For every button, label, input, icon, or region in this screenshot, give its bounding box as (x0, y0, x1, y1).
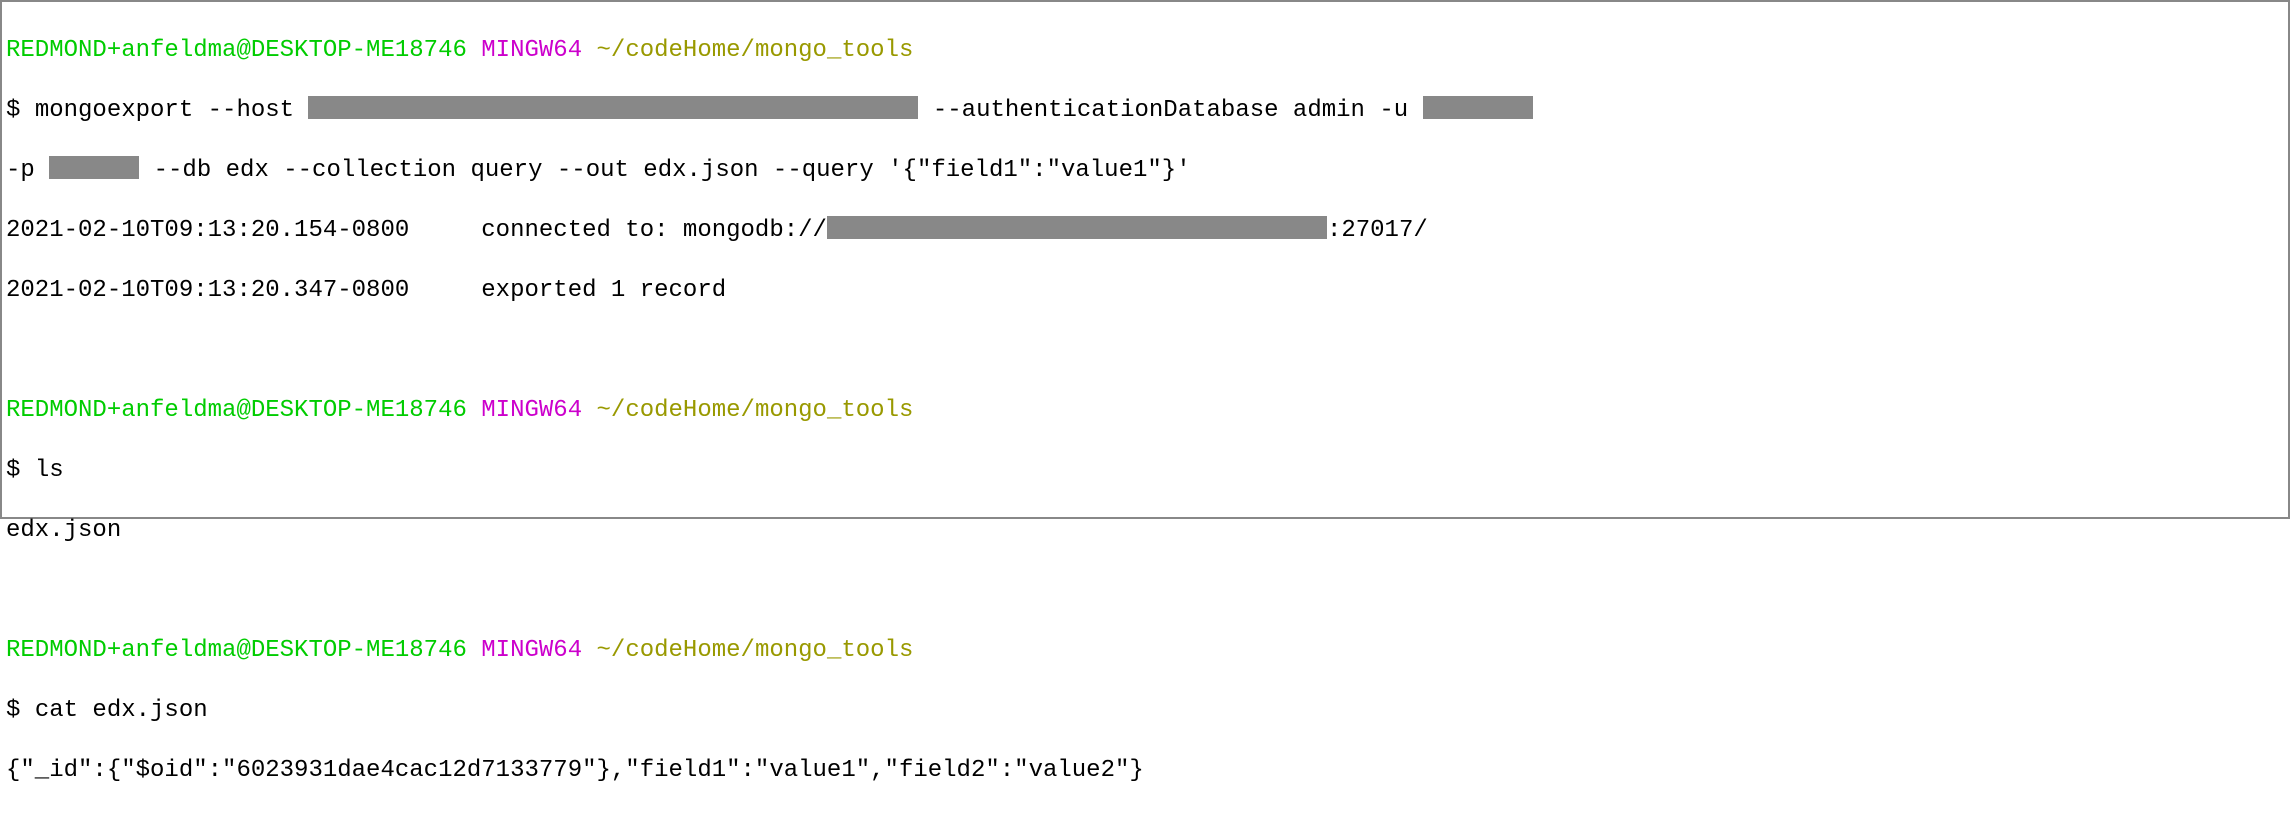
output-line: 2021-02-10T09:13:20.154-0800 connected t… (6, 216, 2284, 246)
prompt-path: ~/codeHome/mongo_tools (597, 397, 914, 424)
prompt-sys: MINGW64 (481, 637, 582, 664)
prompt-line-2: REDMOND+anfeldma@DESKTOP-ME18746 MINGW64… (6, 396, 2284, 426)
prompt-dollar: $ (6, 97, 35, 124)
prompt-dollar: $ (6, 697, 35, 724)
command-line-1b: -p --db edx --collection query --out edx… (6, 156, 2284, 186)
output-line: 2021-02-10T09:13:20.347-0800 exported 1 … (6, 276, 2284, 306)
prompt-dollar: $ (6, 457, 35, 484)
prompt-path: ~/codeHome/mongo_tools (597, 37, 914, 64)
cmd-text: --db edx --collection query --out edx.js… (139, 157, 1190, 184)
prompt-user: REDMOND+anfeldma@DESKTOP-ME18746 (6, 637, 467, 664)
output-line: {"_id":{"$oid":"6023931dae4cac12d7133779… (6, 756, 2284, 786)
prompt-line-3: REDMOND+anfeldma@DESKTOP-ME18746 MINGW64… (6, 636, 2284, 666)
redacted-user (1423, 96, 1533, 119)
cmd-text: --authenticationDatabase admin -u (918, 97, 1422, 124)
cmd-text: ls (35, 457, 64, 484)
redacted-conn (827, 216, 1327, 239)
prompt-sys: MINGW64 (481, 397, 582, 424)
prompt-line-1: REDMOND+anfeldma@DESKTOP-ME18746 MINGW64… (6, 36, 2284, 66)
command-line-3: $ cat edx.json (6, 696, 2284, 726)
blank-line (6, 576, 2284, 606)
blank-line (6, 336, 2284, 366)
output-text: 2021-02-10T09:13:20.154-0800 connected t… (6, 217, 827, 244)
output-line: edx.json (6, 516, 2284, 546)
prompt-user: REDMOND+anfeldma@DESKTOP-ME18746 (6, 397, 467, 424)
redacted-password (49, 156, 139, 179)
redacted-host (308, 96, 918, 119)
cmd-text: -p (6, 157, 49, 184)
terminal-output[interactable]: REDMOND+anfeldma@DESKTOP-ME18746 MINGW64… (6, 6, 2284, 816)
prompt-sys: MINGW64 (481, 37, 582, 64)
command-line-2: $ ls (6, 456, 2284, 486)
cmd-text: cat edx.json (35, 697, 208, 724)
prompt-user: REDMOND+anfeldma@DESKTOP-ME18746 (6, 37, 467, 64)
command-line-1: $ mongoexport --host --authenticationDat… (6, 96, 2284, 126)
prompt-path: ~/codeHome/mongo_tools (597, 637, 914, 664)
output-text: :27017/ (1327, 217, 1428, 244)
cmd-text: mongoexport --host (35, 97, 309, 124)
